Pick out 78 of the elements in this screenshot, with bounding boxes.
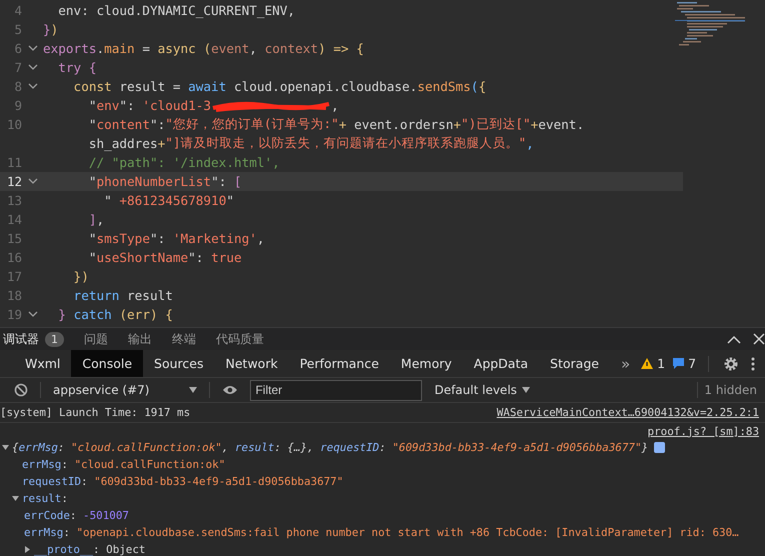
panel-tab[interactable]: 终端 xyxy=(162,328,206,350)
devtools-tab[interactable]: Wxml xyxy=(14,350,72,377)
context-dropdown[interactable]: appservice (#7) xyxy=(47,383,204,397)
filter-field[interactable]: Filter xyxy=(250,380,422,400)
minimap-drawing[interactable] xyxy=(675,0,745,48)
line-number: 17 xyxy=(6,269,22,284)
line-number: 13 xyxy=(6,193,22,208)
line-number: 9 xyxy=(13,98,22,113)
more-tabs-button[interactable]: » xyxy=(610,350,642,377)
count-badge: 1 xyxy=(45,332,64,346)
devtools-tab[interactable]: Performance xyxy=(288,350,390,377)
code-line: exports.main = async (event, context) => { xyxy=(43,41,364,56)
property-row: errCode: -501007 xyxy=(24,509,129,522)
panel-tab[interactable]: 调试器 1 xyxy=(0,328,74,350)
expanded-triangle-icon[interactable] xyxy=(2,444,9,451)
code-line: const result = await cloud.openapi.cloudbase.sendSms({ xyxy=(72,79,486,94)
code-line: "content":"您好，您的订单(订单号为:"+ event.ordersn+")已到达["+event. xyxy=(88,116,584,133)
devtools-tab[interactable]: Storage xyxy=(539,350,610,377)
line-number: 8 xyxy=(13,79,22,94)
devtools-tab[interactable]: Memory xyxy=(390,350,463,377)
line-number: 4 xyxy=(13,3,22,18)
property-row: errMsg: "openapi.cloudbase.sendSms:fail phone number not start with +86 TcbCode: [InvalidParameter] rid: 630… xyxy=(24,526,739,539)
line-number: 7 xyxy=(13,60,22,75)
code-line: }) xyxy=(72,269,89,284)
object-summary: {errMsg: "cloud.callFunction:ok", result: {…}, requestID: "609d33bd-bb33-4ef9-a5d1-d9056bba3677"} xyxy=(12,441,648,454)
code-line: "env": 'cloud1-3 , xyxy=(88,98,339,113)
source-link[interactable]: WAServiceMainContext…69004132&v=2.25.2:1 xyxy=(496,406,759,419)
code-line: } catch (err) { xyxy=(57,307,173,322)
caret-icon xyxy=(189,387,198,393)
line-number: 6 xyxy=(13,41,22,56)
line-number: 11 xyxy=(6,155,22,170)
devtools-tab[interactable]: Sources xyxy=(143,350,214,377)
collapsed-triangle-icon[interactable] xyxy=(24,546,31,553)
expanded-triangle-icon[interactable] xyxy=(12,495,19,502)
info-icon xyxy=(654,442,666,453)
panel-tab[interactable]: 问题 xyxy=(74,328,118,350)
line-number: 12 xyxy=(6,174,22,189)
panel-tab[interactable]: 输出 xyxy=(118,328,162,350)
line-number: 14 xyxy=(6,212,22,227)
fold-chevron-icon[interactable] xyxy=(28,83,38,90)
property-row: errMsg: "cloud.callFunction:ok" xyxy=(22,458,226,471)
line-number: 19 xyxy=(6,307,22,322)
code-line: ], xyxy=(88,212,104,227)
line-number: 5 xyxy=(13,22,22,37)
warning-icon xyxy=(641,358,654,369)
code-line: "smsType": 'Marketing', xyxy=(88,231,265,246)
panel-tab[interactable]: 代码质量 xyxy=(206,328,274,350)
code-line: "useShortName": true xyxy=(88,250,242,265)
console-message: [system] Launch Time: 1917 ms xyxy=(0,406,190,419)
warning-count: 1 xyxy=(657,356,666,371)
fold-chevron-icon[interactable] xyxy=(28,45,38,52)
code-line: }) xyxy=(43,22,58,37)
hidden-count: 1 hidden xyxy=(704,383,757,397)
line-number: 18 xyxy=(6,288,22,303)
code-line: "phoneNumberList": [ xyxy=(88,174,242,189)
line-number: 16 xyxy=(6,250,22,265)
code-line: return result xyxy=(72,288,173,303)
fold-chevron-icon[interactable] xyxy=(28,311,38,318)
devtools-tab[interactable]: Console xyxy=(71,350,144,377)
devtools-tab[interactable]: AppData xyxy=(462,350,540,377)
fold-chevron-icon[interactable] xyxy=(28,64,38,71)
code-line: sh_addres+"]请及时取走，以防丢失，有问题请在小程序联系跑腿人员。", xyxy=(88,135,534,152)
line-number: 15 xyxy=(6,231,22,246)
code-line: // "path": '/index.html', xyxy=(88,155,280,170)
property-row: result: xyxy=(22,492,68,505)
code-line: env: cloud.DYNAMIC_CURRENT_ENV, xyxy=(57,3,296,18)
source-link[interactable]: proof.js? [sm]:83 xyxy=(648,424,759,438)
message-count: 7 xyxy=(688,356,696,371)
line-number: 10 xyxy=(6,117,22,132)
levels-dropdown[interactable]: Default levels xyxy=(428,383,536,397)
property-row: requestID: "609d33bd-bb33-4ef9-a5d1-d9056bba3677" xyxy=(22,475,344,488)
caret-icon xyxy=(522,387,530,393)
fold-chevron-icon[interactable] xyxy=(28,178,38,185)
devtools-tab[interactable]: Network xyxy=(214,350,289,377)
code-line: " +8612345678910" xyxy=(103,193,234,208)
message-icon xyxy=(673,358,684,369)
property-row: __proto__: Object xyxy=(34,543,146,556)
code-line: try { xyxy=(57,60,96,75)
